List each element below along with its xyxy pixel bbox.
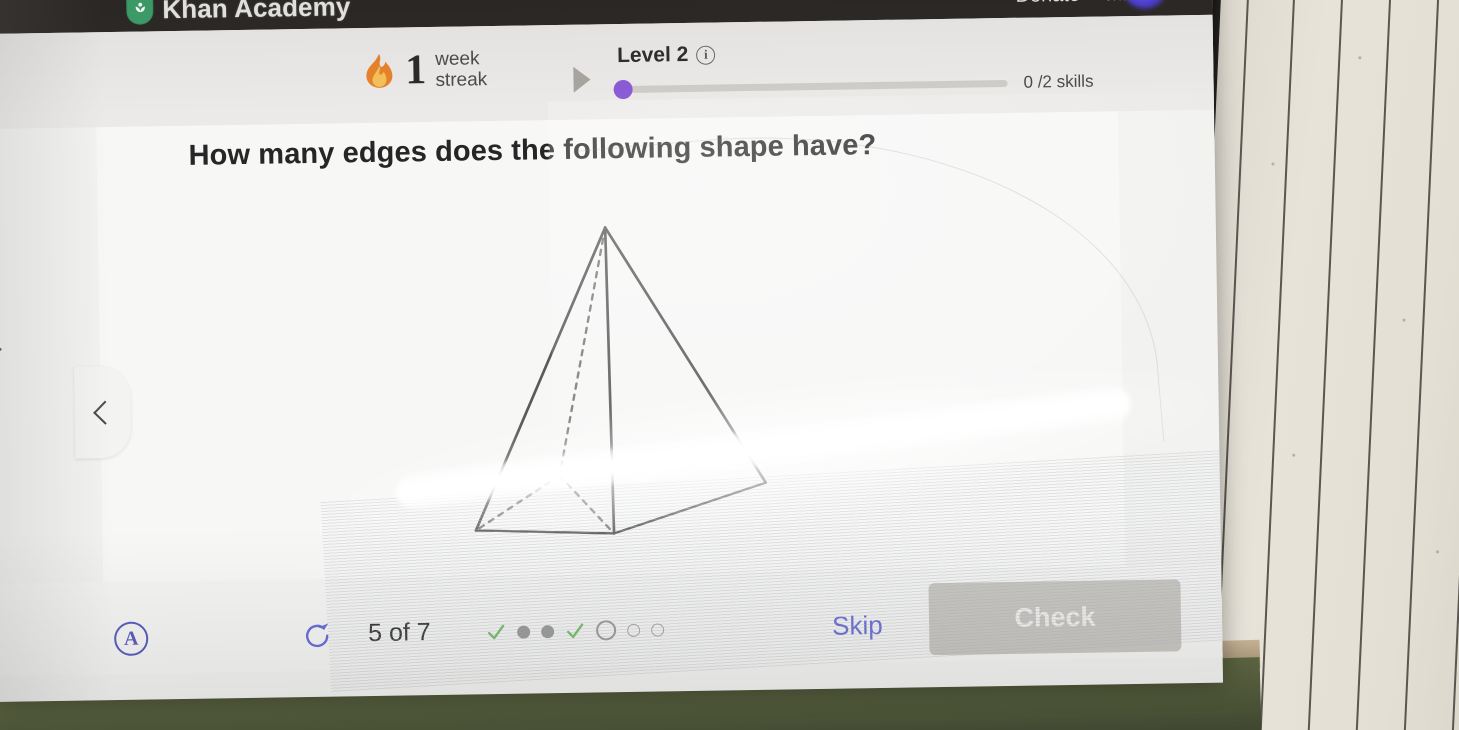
circled-a-icon[interactable]: A	[113, 621, 149, 657]
previous-question-button[interactable]	[73, 365, 132, 459]
streak-label-line1: week	[434, 48, 480, 70]
filled-dot-icon	[541, 624, 555, 638]
exercise-bottom-bar: A 5 of 7 Skip Check	[0, 564, 1224, 676]
tablet-screen: Khan Academy Donate Mikhail	[0, 0, 1224, 702]
khan-academy-wordmark: Khan Academy	[162, 0, 351, 24]
streak-label-line2: streak	[435, 69, 488, 92]
question-prompt: How many edges does the following shape …	[188, 129, 877, 172]
refresh-circle-icon[interactable]	[299, 618, 336, 655]
level-progress-group: Level 2 i 0 /2 skills	[613, 36, 1108, 99]
streak-indicator[interactable]: 1 week streak	[362, 47, 487, 94]
level-bar-row: 0 /2 skills	[613, 71, 1107, 99]
question-progress-dots	[486, 619, 665, 642]
open-circle-icon	[595, 620, 617, 641]
chevron-right-icon[interactable]	[0, 338, 2, 361]
lined-notebook	[1183, 0, 1459, 730]
level-progress-bar	[613, 79, 1008, 99]
check-button[interactable]: Check	[928, 579, 1182, 656]
streak-label: week streak	[435, 48, 487, 91]
filled-dot-icon	[517, 625, 531, 639]
info-circle-icon[interactable]: i	[696, 45, 716, 65]
skip-button[interactable]: Skip	[832, 610, 883, 642]
khan-academy-shield-icon	[126, 0, 154, 25]
question-progress-label: 5 of 7	[367, 618, 431, 648]
donate-link[interactable]: Donate	[1015, 0, 1080, 7]
green-check-icon	[486, 622, 506, 642]
khan-academy-logo[interactable]: Khan Academy	[126, 0, 351, 25]
chevron-left-icon	[93, 400, 118, 425]
pyramid-figure	[398, 215, 863, 562]
level-progress-dot	[613, 79, 633, 99]
level-title-row: Level 2 i	[617, 36, 1107, 68]
streak-count: 1	[404, 47, 427, 94]
flame-icon	[362, 53, 397, 90]
open-circle-small-icon	[651, 622, 665, 637]
play-triangle-icon[interactable]	[573, 66, 591, 93]
open-circle-small-icon	[627, 623, 641, 637]
nav-right-group: Donate Mikhail	[1015, 0, 1196, 9]
green-check-icon	[565, 621, 585, 641]
screenshot-root: Khan Academy Donate Mikhail	[0, 0, 1459, 730]
skills-count-label: 0 /2 skills	[1023, 71, 1094, 92]
level-label: Level 2	[616, 42, 689, 68]
question-card: How many edges does the following shape …	[96, 111, 1126, 583]
